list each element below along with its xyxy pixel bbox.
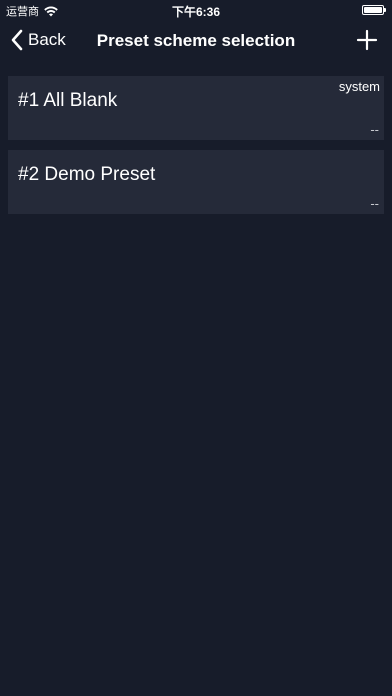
preset-card-all-blank[interactable]: #1 All Blank system -- [8,76,384,140]
preset-tag: system [338,79,380,94]
page-title: Preset scheme selection [96,31,296,50]
navigation-bar: Back Preset scheme selection [0,20,392,64]
app-screen: 运营商 下午6:36 Back Preset scheme selection … [0,0,392,696]
preset-card-demo-preset[interactable]: #2 Demo Preset -- [8,150,384,214]
preset-name: #1 All Blank [18,90,118,111]
battery-icon [362,5,386,15]
preset-name: #2 Demo Preset [18,164,156,185]
preset-subtitle: -- [370,122,379,137]
plus-icon[interactable] [356,29,378,51]
preset-list: #1 All Blank system -- #2 Demo Preset -- [8,76,384,224]
status-time: 下午6:36 [171,5,221,19]
status-bar: 运营商 下午6:36 [0,0,392,20]
preset-subtitle: -- [370,196,379,211]
